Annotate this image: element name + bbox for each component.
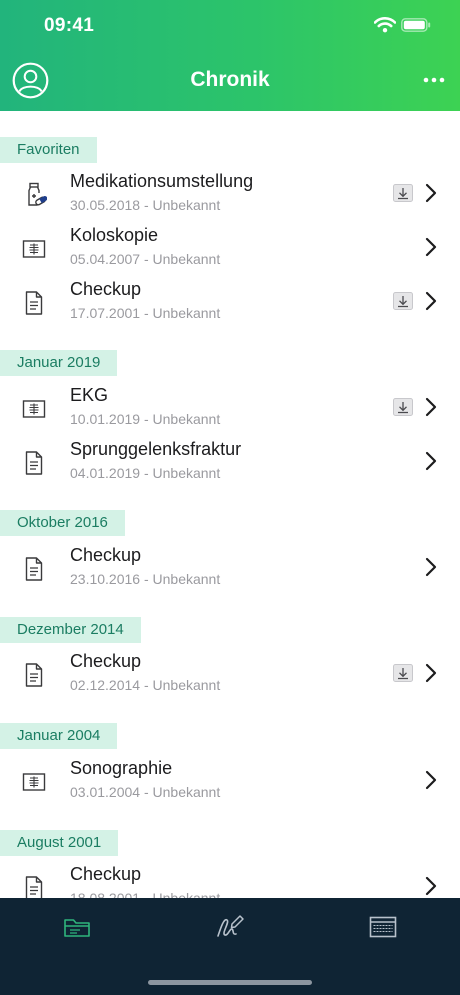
download-icon[interactable] — [393, 292, 413, 310]
section-header: August 2001 — [0, 830, 119, 856]
download-icon[interactable] — [393, 664, 413, 682]
download-icon[interactable] — [393, 184, 413, 202]
item-subtitle: 30.05.2018 - Unbekannt — [70, 197, 221, 213]
xray-icon — [22, 240, 46, 258]
wifi-icon — [374, 17, 396, 33]
xray-icon — [22, 400, 46, 418]
item-subtitle: 10.01.2019 - Unbekannt — [70, 411, 221, 427]
item-subtitle: 17.07.2001 - Unbekannt — [70, 305, 221, 321]
section-header: Januar 2004 — [0, 723, 118, 749]
item-title: Checkup — [70, 864, 142, 884]
chevron-right-icon — [425, 183, 437, 203]
document-icon — [25, 451, 43, 475]
item-subtitle: 23.10.2016 - Unbekannt — [70, 571, 221, 587]
item-title: Medikationsumstellung — [70, 171, 254, 191]
document-icon — [25, 557, 43, 581]
signature-icon[interactable] — [215, 914, 245, 940]
home-indicator[interactable] — [148, 980, 312, 985]
item-subtitle: 02.12.2014 - Unbekannt — [70, 677, 221, 693]
table-icon[interactable] — [368, 914, 398, 940]
document-icon — [25, 291, 43, 315]
list-item[interactable]: Checkup 17.07.2001 - Unbekannt — [0, 277, 460, 331]
list-item[interactable]: Checkup 18.08.2001 - Unbekannt — [0, 862, 460, 898]
list-item[interactable]: Checkup 23.10.2016 - Unbekannt — [0, 543, 460, 597]
list-item[interactable]: Sonographie 03.01.2004 - Unbekannt — [0, 756, 460, 810]
section-header: Dezember 2014 — [0, 617, 141, 643]
item-subtitle: 18.08.2001 - Unbekannt — [70, 890, 221, 898]
section-header: Oktober 2016 — [0, 510, 125, 536]
chevron-right-icon — [425, 237, 437, 257]
status-time: 09:41 — [44, 15, 95, 36]
chevron-right-icon — [425, 557, 437, 577]
chevron-right-icon — [425, 397, 437, 417]
list-item[interactable]: Medikationsumstellung 30.05.2018 - Unbek… — [0, 169, 460, 223]
chevron-right-icon — [425, 663, 437, 683]
item-title: Koloskopie — [70, 225, 159, 245]
page-title: Chronik — [190, 68, 270, 91]
chevron-right-icon — [425, 770, 437, 790]
section-header: Favoriten — [0, 137, 97, 163]
item-title: Checkup — [70, 279, 142, 299]
document-icon — [25, 876, 43, 898]
battery-icon — [401, 18, 431, 32]
item-subtitle: 03.01.2004 - Unbekannt — [70, 784, 221, 800]
more-icon[interactable] — [422, 70, 446, 90]
medication-icon — [28, 182, 47, 206]
xray-icon — [22, 773, 46, 791]
item-title: Checkup — [70, 651, 142, 671]
list-item[interactable]: EKG 10.01.2019 - Unbekannt — [0, 383, 460, 437]
download-icon[interactable] — [393, 398, 413, 416]
section-header: Januar 2019 — [0, 350, 118, 376]
item-subtitle: 05.04.2007 - Unbekannt — [70, 251, 221, 267]
list-item[interactable]: Checkup 02.12.2014 - Unbekannt — [0, 649, 460, 703]
item-title: EKG — [70, 385, 109, 405]
item-subtitle: 04.01.2019 - Unbekannt — [70, 465, 221, 481]
document-icon — [25, 663, 43, 687]
app-header: 09:41 Chronik — [0, 0, 460, 111]
item-title: Checkup — [70, 545, 142, 565]
list-item[interactable]: Sprunggelenksfraktur 04.01.2019 - Unbeka… — [0, 437, 460, 491]
chevron-right-icon — [425, 876, 437, 896]
list-item[interactable]: Koloskopie 05.04.2007 - Unbekannt — [0, 223, 460, 277]
folder-icon[interactable] — [62, 914, 92, 940]
chevron-right-icon — [425, 291, 437, 311]
chronik-list[interactable]: Favoriten Medikationsumstellung 30.05.20… — [0, 111, 460, 898]
chevron-right-icon — [425, 451, 437, 471]
item-title: Sonographie — [70, 758, 173, 778]
item-title: Sprunggelenksfraktur — [70, 439, 242, 459]
